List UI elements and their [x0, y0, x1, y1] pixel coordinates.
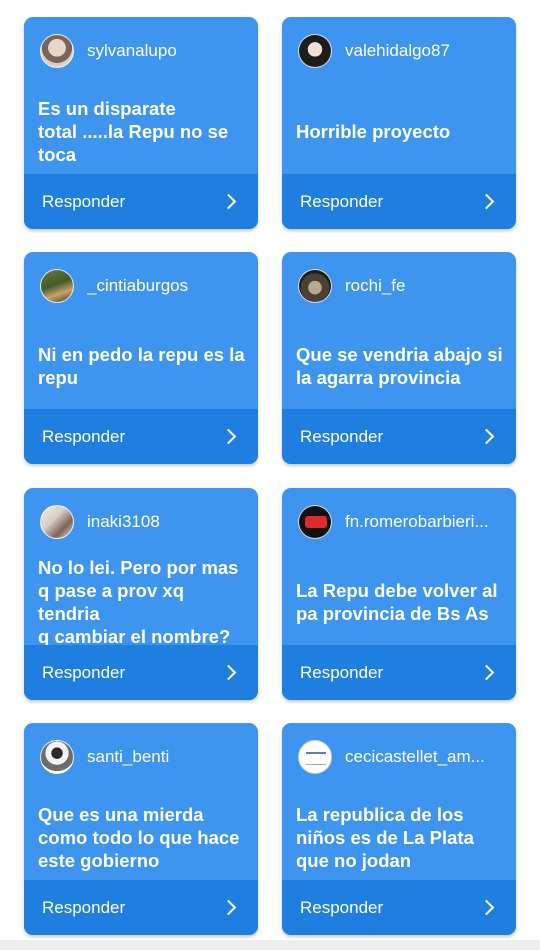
comment-line: La republica de los: [296, 803, 464, 825]
story-reply-card: rochi_fe Que se vendria abajo si la agar…: [282, 252, 516, 464]
username[interactable]: santi_benti: [87, 747, 169, 767]
avatar[interactable]: [298, 269, 332, 303]
chevron-right-icon: [220, 193, 237, 210]
bottom-divider: [0, 940, 540, 950]
comment-line: q pase a prov xq tendria: [38, 580, 184, 624]
username[interactable]: cecicastellet_am...: [345, 747, 485, 767]
comment-text: No lo lei. Pero por mas q pase a prov xq…: [38, 557, 248, 647]
username[interactable]: inaki3108: [87, 512, 160, 532]
story-reply-card: _cintiaburgos Ni en pedo la repu es la r…: [24, 252, 258, 464]
avatar[interactable]: [40, 34, 74, 68]
avatar[interactable]: [298, 740, 332, 774]
chevron-right-icon: [220, 664, 237, 681]
reply-label: Responder: [42, 426, 126, 446]
comment-line: la agarra provincia: [296, 367, 461, 388]
story-reply-card: fn.romerobarbieri... La Repu debe volver…: [282, 488, 516, 700]
avatar[interactable]: [40, 740, 74, 774]
reply-button[interactable]: Responder: [282, 880, 516, 935]
avatar[interactable]: [40, 269, 74, 303]
chevron-right-icon: [478, 428, 495, 445]
reply-button[interactable]: Responder: [24, 880, 258, 935]
username[interactable]: fn.romerobarbieri...: [345, 512, 489, 532]
comment-line: Que se vendria abajo si: [296, 344, 503, 365]
comment-line: No lo lei. Pero por mas: [38, 557, 239, 578]
avatar[interactable]: [298, 34, 332, 68]
story-reply-card: inaki3108 No lo lei. Pero por mas q pase…: [24, 488, 258, 700]
username[interactable]: valehidalgo87: [345, 41, 450, 61]
card-header: rochi_fe: [298, 268, 504, 304]
reply-button[interactable]: Responder: [24, 409, 258, 464]
comment-text: Es un disparate total .....la Repu no se…: [38, 89, 248, 173]
comment-text: La republica de los niños es de La Plata…: [296, 795, 506, 879]
reply-label: Responder: [42, 662, 126, 682]
card-header: santi_benti: [40, 739, 246, 775]
comment-line: La Repu debe volver al: [296, 580, 498, 601]
comment-text: Que es una mierda como todo lo que hace …: [38, 795, 248, 879]
comment-line: repu: [38, 367, 79, 388]
card-header: fn.romerobarbieri...: [298, 504, 504, 540]
card-header: _cintiaburgos: [40, 268, 246, 304]
reply-label: Responder: [300, 897, 384, 917]
story-reply-card: cecicastellet_am... La republica de los …: [282, 723, 516, 935]
avatar[interactable]: [40, 505, 74, 539]
card-header: inaki3108: [40, 504, 246, 540]
story-reply-card: santi_benti Que es una mierda como todo …: [24, 723, 258, 935]
reply-label: Responder: [42, 191, 126, 211]
comment-line: que no jodan: [296, 849, 412, 871]
comment-line: como todo lo que hace: [38, 826, 240, 848]
username[interactable]: sylvanalupo: [87, 41, 177, 61]
chevron-right-icon: [478, 664, 495, 681]
comment-line: pa provincia de Bs As: [296, 603, 489, 624]
reply-label: Responder: [300, 191, 384, 211]
reply-button[interactable]: Responder: [282, 174, 516, 229]
comment-text: Ni en pedo la repu es la repu: [38, 324, 248, 408]
reply-button[interactable]: Responder: [24, 645, 258, 700]
comment-line: niños es de La Plata: [296, 826, 474, 848]
comment-text: Que se vendria abajo si la agarra provin…: [296, 324, 506, 408]
reply-label: Responder: [300, 662, 384, 682]
chevron-right-icon: [478, 899, 495, 916]
comment-line: Horrible proyecto: [296, 120, 451, 142]
comment-line: este gobierno: [38, 849, 160, 871]
story-reply-card: sylvanalupo Es un disparate total .....l…: [24, 17, 258, 229]
username[interactable]: rochi_fe: [345, 276, 405, 296]
reply-button[interactable]: Responder: [282, 645, 516, 700]
chevron-right-icon: [220, 428, 237, 445]
reply-button[interactable]: Responder: [282, 409, 516, 464]
comment-line: Es un disparate: [38, 97, 176, 119]
story-reply-card: valehidalgo87 Horrible proyecto Responde…: [282, 17, 516, 229]
reply-label: Responder: [300, 426, 384, 446]
card-header: sylvanalupo: [40, 33, 246, 69]
card-header: valehidalgo87: [298, 33, 504, 69]
comment-text: Horrible proyecto: [296, 89, 506, 173]
chevron-right-icon: [478, 193, 495, 210]
comment-text: La Repu debe volver al pa provincia de B…: [296, 560, 506, 644]
comment-line: Que es una mierda: [38, 803, 204, 825]
reply-label: Responder: [42, 897, 126, 917]
comment-line: Ni en pedo la repu es la: [38, 344, 245, 365]
avatar[interactable]: [298, 505, 332, 539]
reply-cards-grid: sylvanalupo Es un disparate total .....l…: [0, 0, 540, 940]
comment-line: total .....la Repu no se: [38, 120, 229, 142]
card-header: cecicastellet_am...: [298, 739, 504, 775]
username[interactable]: _cintiaburgos: [87, 276, 188, 296]
chevron-right-icon: [220, 899, 237, 916]
reply-button[interactable]: Responder: [24, 174, 258, 229]
comment-line: toca: [38, 143, 77, 165]
